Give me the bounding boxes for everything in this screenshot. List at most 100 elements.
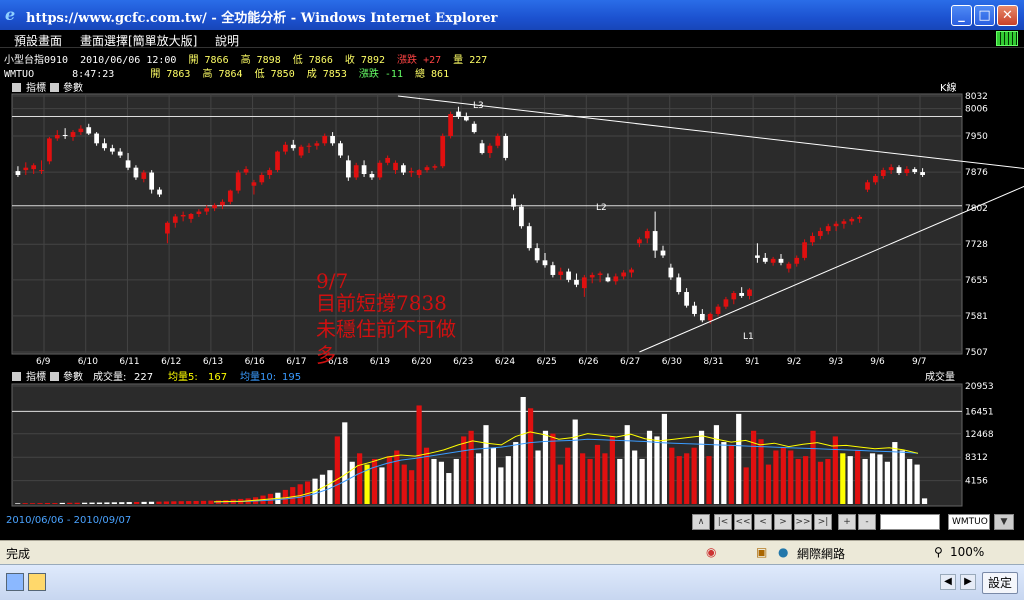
- scroll-right-icon[interactable]: ▶: [960, 574, 976, 590]
- indicator-toggle-icon[interactable]: [12, 83, 21, 92]
- window-titlebar: e https://www.gcfc.com.tw/ - 全功能分析 - Win…: [0, 0, 1024, 30]
- price-y-tick: 7802: [965, 204, 988, 214]
- candle-body: [47, 138, 52, 162]
- candle-body: [770, 258, 776, 263]
- maximize-button[interactable]: □: [974, 5, 995, 26]
- volume-bar: [765, 464, 772, 504]
- chart-area[interactable]: 指標 參數 K線 8032 8006 7950 7876 7802 7728 7655 758…: [0, 80, 1024, 510]
- nav-up-button[interactable]: ∧: [692, 514, 710, 530]
- dropdown-arrow-icon[interactable]: ▼: [994, 514, 1014, 530]
- price-x-tick: 6/9: [36, 357, 51, 367]
- volume-bar: [743, 467, 749, 504]
- zoom-in-button[interactable]: +: [838, 514, 856, 530]
- vol-indicator-toggle-icon[interactable]: [12, 372, 21, 381]
- nav-prev-page-button[interactable]: <<: [734, 514, 752, 530]
- security-lock-icon[interactable]: ▣: [756, 545, 767, 559]
- menu-default-view[interactable]: 預設畫面: [14, 32, 62, 49]
- volume-bar: [438, 461, 445, 504]
- vol-param-toggle-icon[interactable]: [50, 372, 59, 381]
- vol-indicator-label[interactable]: 指標: [26, 370, 46, 383]
- candle-body: [243, 169, 249, 173]
- param-label[interactable]: 參數: [63, 81, 83, 94]
- volume-bar: [803, 456, 809, 504]
- price-x-tick: 6/23: [453, 357, 473, 367]
- param-toggle-icon[interactable]: [50, 83, 59, 92]
- volume-bar: [914, 464, 920, 504]
- scroll-left-icon[interactable]: ◀: [940, 574, 956, 590]
- volume-bar: [691, 447, 697, 504]
- layout-grid-icon[interactable]: [996, 31, 1018, 46]
- mark-l1: L1: [743, 332, 754, 342]
- period-select[interactable]: [880, 514, 940, 530]
- vol-y-tick: 16451: [965, 407, 994, 417]
- price-x-tick: 6/20: [411, 357, 431, 367]
- nav-next-page-button[interactable]: >>: [794, 514, 812, 530]
- security-zone[interactable]: 網際網路: [797, 545, 845, 562]
- volume-bar: [89, 502, 95, 504]
- volume-bar: [550, 433, 556, 504]
- candle-body: [330, 135, 335, 144]
- candle-body: [283, 144, 288, 152]
- candle-body: [424, 167, 430, 171]
- volume-bar: [401, 464, 407, 504]
- candle-body: [298, 146, 304, 156]
- volume-bar: [877, 454, 883, 504]
- volume-bar: [780, 447, 786, 504]
- volume-bar: [721, 442, 727, 504]
- menu-help[interactable]: 說明: [215, 32, 239, 49]
- nav-prev-button[interactable]: <: [754, 514, 772, 530]
- candle-body: [141, 172, 147, 179]
- vol-y-tick: 20953: [965, 382, 994, 392]
- candle-body: [566, 271, 571, 280]
- volume-bar: [728, 444, 734, 504]
- volume-bar: [884, 461, 890, 504]
- volume-bar: [371, 458, 378, 504]
- candle-body: [109, 148, 115, 152]
- candle-body: [227, 190, 233, 202]
- folder-icon[interactable]: [28, 573, 46, 591]
- candle-body: [369, 174, 375, 178]
- nav-next-button[interactable]: >: [774, 514, 792, 530]
- ie-statusbar: 完成 ◉ ▣ ● 網際網路 ⚲ 100%: [0, 540, 1024, 564]
- volume-bar: [409, 470, 415, 504]
- window-icon[interactable]: [6, 573, 24, 591]
- status-text: 完成: [6, 547, 31, 561]
- candle-body: [692, 305, 697, 314]
- zoom-level[interactable]: 100%: [950, 545, 984, 559]
- vol-param-label[interactable]: 參數: [63, 370, 83, 383]
- volume-bar: [565, 447, 571, 504]
- candle-body: [117, 151, 123, 156]
- globe-icon: ●: [778, 545, 789, 559]
- symbol-select[interactable]: WMTUO: [948, 514, 990, 530]
- quote-row-futures: 小型台指0910 2010/06/06 12:00 開 7866 高 7898 …: [4, 51, 493, 66]
- volume-bar: [676, 456, 682, 504]
- volume-bar: [342, 422, 348, 504]
- minimize-button[interactable]: _: [951, 5, 972, 26]
- candle-body: [511, 198, 516, 207]
- volume-bar: [832, 436, 838, 504]
- volume-bar: [29, 503, 36, 504]
- volume-bar: [661, 413, 667, 504]
- candle-body: [94, 133, 99, 144]
- price-x-tick: 6/12: [161, 357, 181, 367]
- volume-bar: [357, 453, 363, 504]
- candle-body: [172, 216, 178, 223]
- indicator-label[interactable]: 指標: [26, 81, 46, 94]
- price-x-tick: 6/30: [662, 357, 682, 367]
- volume-bar: [319, 474, 326, 504]
- candle-body: [637, 239, 642, 244]
- nav-last-button[interactable]: >|: [814, 514, 832, 530]
- privacy-icon[interactable]: ◉: [706, 545, 716, 559]
- volume-bar: [290, 487, 296, 504]
- candle-body: [794, 257, 800, 264]
- candle-body: [755, 255, 760, 258]
- candle-body: [503, 135, 509, 158]
- candle-body: [456, 111, 461, 117]
- candle-body: [865, 182, 870, 190]
- zoom-out-button[interactable]: -: [858, 514, 876, 530]
- settings-button[interactable]: 設定: [982, 572, 1018, 594]
- nav-first-button[interactable]: |<: [714, 514, 732, 530]
- annotation-line-2: 目前短撐7838: [316, 291, 447, 315]
- menu-view-select[interactable]: 畫面選擇[簡單放大版]: [80, 32, 197, 49]
- close-button[interactable]: ✕: [997, 5, 1018, 26]
